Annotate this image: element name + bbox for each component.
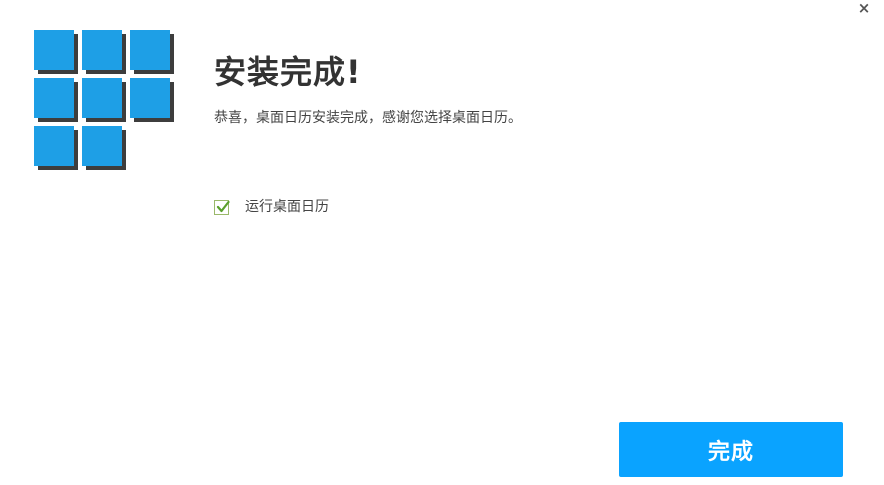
installer-window: × 安装完成! 恭喜，桌面日历安装完成，感谢您选择桌面日历。 运行桌面日历 完成 xyxy=(0,0,884,485)
calendar-grid-logo-icon xyxy=(34,30,174,174)
logo-tile xyxy=(130,78,170,118)
logo-tile xyxy=(82,78,122,118)
close-icon: × xyxy=(857,0,871,17)
run-app-option[interactable]: 运行桌面日历 xyxy=(214,197,329,217)
logo-tile xyxy=(82,30,122,70)
finish-button[interactable]: 完成 xyxy=(619,422,843,477)
close-button[interactable]: × xyxy=(854,0,874,16)
checkmark-icon xyxy=(216,200,230,212)
logo-tile xyxy=(34,30,74,70)
logo-tile xyxy=(34,126,74,166)
logo-tile xyxy=(82,126,122,166)
completion-message: 恭喜，桌面日历安装完成，感谢您选择桌面日历。 xyxy=(214,110,522,126)
page-title: 安装完成! xyxy=(214,53,362,91)
run-app-checkbox[interactable] xyxy=(214,199,230,215)
logo-tile xyxy=(34,78,74,118)
run-app-label: 运行桌面日历 xyxy=(245,199,329,215)
logo-tile xyxy=(130,30,170,70)
